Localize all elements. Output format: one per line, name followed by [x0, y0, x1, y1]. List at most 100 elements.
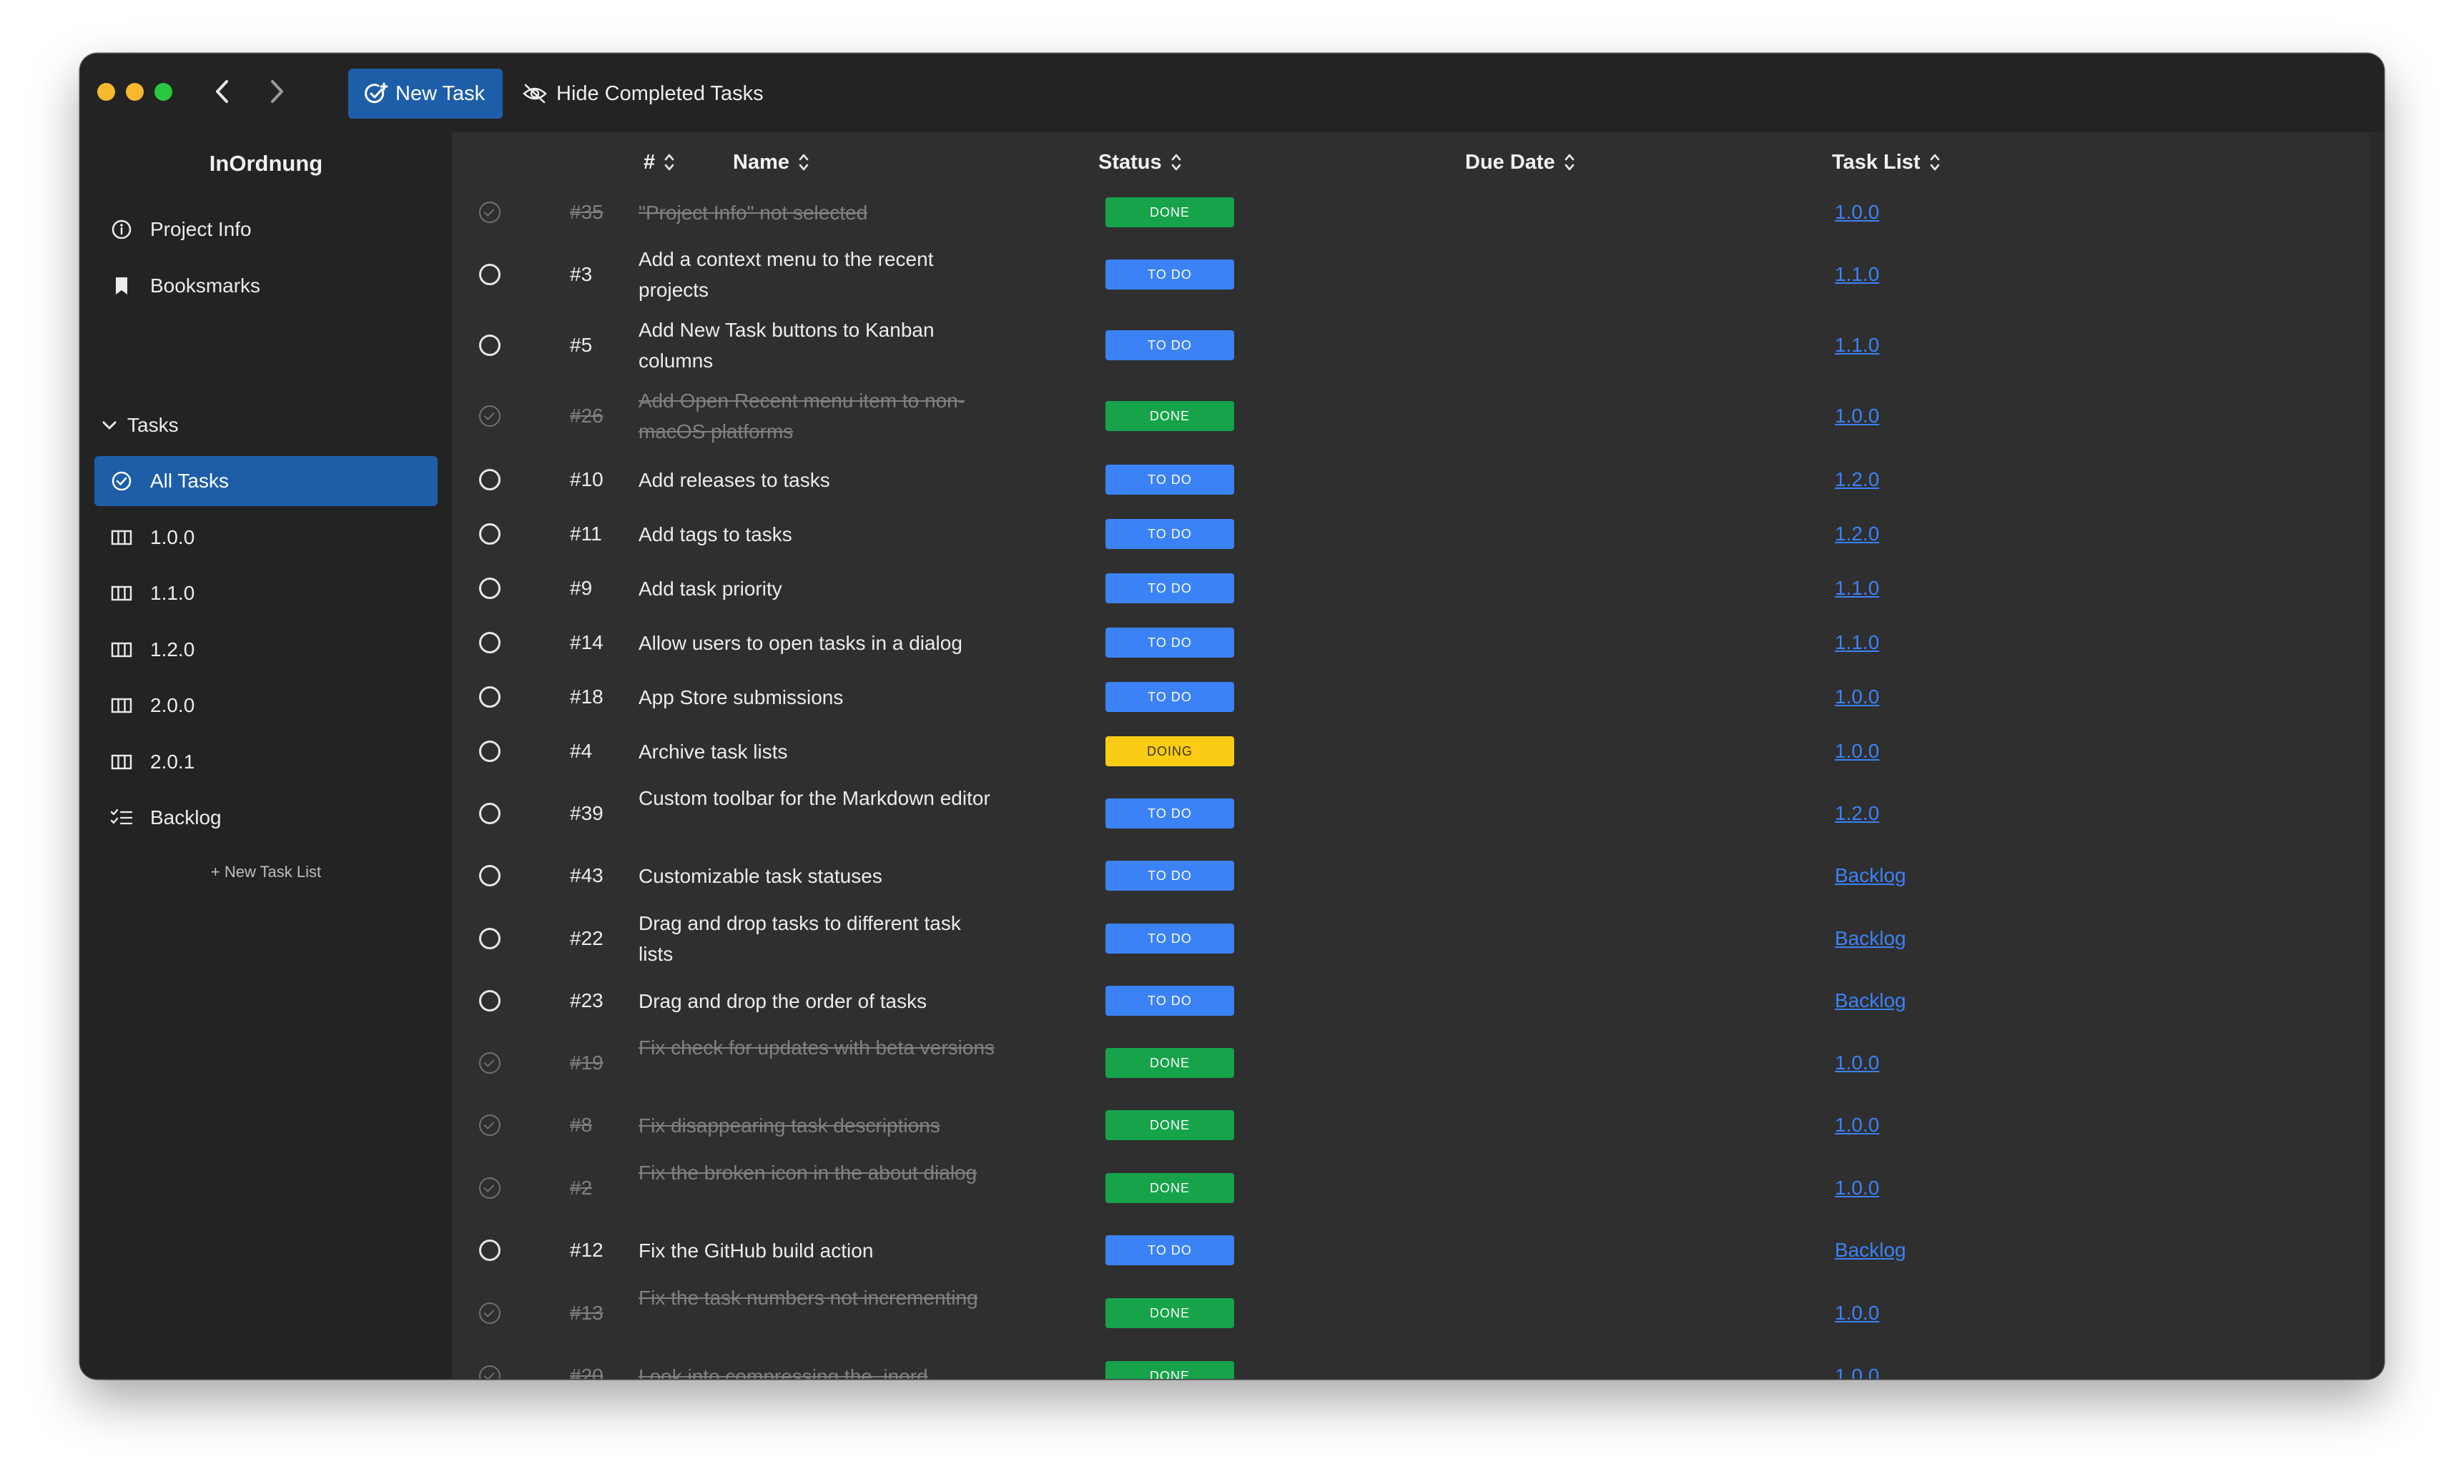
column-header-task-list[interactable]: Task List	[1832, 132, 1941, 192]
task-list-link[interactable]: 1.2.0	[1835, 523, 1879, 545]
status-badge[interactable]: TO DO	[1105, 465, 1234, 495]
task-name[interactable]: Fix check for updates with beta versions	[639, 1032, 996, 1063]
sidebar-item-2-0-0[interactable]: 2.0.0	[94, 681, 438, 731]
task-checkbox[interactable]	[479, 578, 501, 599]
task-list-link[interactable]: 1.0.0	[1835, 1365, 1879, 1379]
completed-checkbox[interactable]	[479, 1365, 501, 1379]
task-list-link[interactable]: 1.2.0	[1835, 468, 1879, 491]
status-badge[interactable]: TO DO	[1105, 924, 1234, 954]
task-name[interactable]: Customizable task statuses	[639, 861, 996, 891]
status-badge[interactable]: DONE	[1105, 401, 1234, 431]
task-name[interactable]: Drag and drop the order of tasks	[639, 986, 996, 1016]
task-checkbox[interactable]	[479, 865, 501, 886]
task-name[interactable]: Fix the broken icon in the about dialog	[639, 1157, 996, 1188]
task-list-link[interactable]: 1.0.0	[1835, 1114, 1879, 1137]
task-name[interactable]: Fix disappearing task descriptions	[639, 1110, 996, 1141]
task-checkbox[interactable]	[479, 469, 501, 490]
status-badge[interactable]: TO DO	[1105, 519, 1234, 549]
task-list-link[interactable]: 1.1.0	[1835, 631, 1879, 654]
task-name[interactable]: Archive task lists	[639, 736, 996, 767]
task-list-link[interactable]: Backlog	[1835, 989, 1906, 1012]
new-task-button[interactable]: New Task	[348, 69, 503, 119]
completed-checkbox[interactable]	[479, 405, 501, 427]
column-header-status[interactable]: Status	[1098, 132, 1182, 192]
status-badge[interactable]: TO DO	[1105, 1235, 1234, 1265]
task-list-link[interactable]: 1.0.0	[1835, 201, 1879, 224]
task-list-link[interactable]: 1.0.0	[1835, 405, 1879, 427]
status-badge[interactable]: DONE	[1105, 1298, 1234, 1328]
sidebar-item-2-0-1[interactable]: 2.0.1	[94, 737, 438, 787]
task-name[interactable]: Add New Task buttons to Kanban columns	[639, 315, 996, 376]
status-badge[interactable]: TO DO	[1105, 682, 1234, 712]
column-header-name[interactable]: Name	[733, 132, 809, 192]
task-name[interactable]: Allow users to open tasks in a dialog	[639, 628, 996, 658]
task-checkbox[interactable]	[479, 523, 501, 545]
status-badge[interactable]: DONE	[1105, 1048, 1234, 1078]
sidebar-item-1-2-0[interactable]: 1.2.0	[94, 625, 438, 675]
status-badge[interactable]: TO DO	[1105, 628, 1234, 658]
column-header-due-date[interactable]: Due Date	[1465, 132, 1575, 192]
completed-checkbox[interactable]	[479, 202, 501, 223]
completed-checkbox[interactable]	[479, 1177, 501, 1199]
task-checkbox[interactable]	[479, 990, 501, 1011]
status-badge[interactable]: DONE	[1105, 197, 1234, 227]
task-list-link[interactable]: 1.0.0	[1835, 686, 1879, 708]
status-badge[interactable]: DONE	[1105, 1173, 1234, 1203]
task-name[interactable]: Look into compressing the .inord	[639, 1361, 996, 1379]
task-name[interactable]: Add Open Recent menu item to non-macOS p…	[639, 385, 996, 447]
sidebar-item-backlog[interactable]: Backlog	[94, 793, 438, 843]
task-name[interactable]: Fix the task numbers not incrementing	[639, 1282, 996, 1313]
task-checkbox[interactable]	[479, 928, 501, 949]
status-badge[interactable]: TO DO	[1105, 798, 1234, 828]
back-button[interactable]	[204, 74, 240, 109]
status-badge[interactable]: TO DO	[1105, 861, 1234, 891]
task-list-link[interactable]: 1.1.0	[1835, 577, 1879, 600]
task-checkbox[interactable]	[479, 632, 501, 653]
status-badge[interactable]: TO DO	[1105, 330, 1234, 360]
task-list-link[interactable]: 1.0.0	[1835, 1302, 1879, 1325]
task-name[interactable]: Add releases to tasks	[639, 465, 996, 495]
task-name[interactable]: Add tags to tasks	[639, 519, 996, 550]
forward-button[interactable]	[259, 74, 295, 109]
task-list-link[interactable]: Backlog	[1835, 1239, 1906, 1262]
close-window-button[interactable]	[97, 83, 115, 101]
status-badge[interactable]: TO DO	[1105, 573, 1234, 603]
status-badge[interactable]: DONE	[1105, 1110, 1234, 1140]
task-name[interactable]: Custom toolbar for the Markdown editor	[639, 783, 996, 813]
status-badge[interactable]: TO DO	[1105, 259, 1234, 290]
task-list-link[interactable]: 1.1.0	[1835, 263, 1879, 286]
task-list-link[interactable]: Backlog	[1835, 927, 1906, 950]
sidebar-item-1-1-0[interactable]: 1.1.0	[94, 568, 438, 618]
task-list-link[interactable]: 1.1.0	[1835, 334, 1879, 357]
sidebar-item-all-tasks[interactable]: All Tasks	[94, 456, 438, 506]
sidebar-item-project-info[interactable]: Project Info	[94, 204, 438, 254]
task-list-link[interactable]: 1.0.0	[1835, 740, 1879, 763]
minimize-window-button[interactable]	[126, 83, 144, 101]
task-name[interactable]: App Store submissions	[639, 682, 996, 713]
new-task-list-button[interactable]: + New Task List	[80, 863, 452, 881]
task-checkbox[interactable]	[479, 803, 501, 824]
tasks-section-header[interactable]: Tasks	[102, 414, 179, 437]
completed-checkbox[interactable]	[479, 1052, 501, 1074]
sidebar-item-1-0-0[interactable]: 1.0.0	[94, 513, 438, 563]
status-badge[interactable]: TO DO	[1105, 986, 1234, 1016]
completed-checkbox[interactable]	[479, 1114, 501, 1136]
task-name[interactable]: Add task priority	[639, 573, 996, 604]
task-name[interactable]: Add a context menu to the recent project…	[639, 244, 996, 305]
task-checkbox[interactable]	[479, 741, 501, 762]
task-checkbox[interactable]	[479, 264, 501, 285]
completed-checkbox[interactable]	[479, 1302, 501, 1324]
hide-completed-tasks-button[interactable]: Hide Completed Tasks	[522, 69, 764, 119]
task-checkbox[interactable]	[479, 1240, 501, 1261]
task-checkbox[interactable]	[479, 335, 501, 356]
task-list-link[interactable]: 1.0.0	[1835, 1177, 1879, 1199]
task-name[interactable]: Fix the GitHub build action	[639, 1235, 996, 1266]
task-list-link[interactable]: Backlog	[1835, 864, 1906, 887]
zoom-window-button[interactable]	[154, 83, 172, 101]
task-list-link[interactable]: 1.0.0	[1835, 1052, 1879, 1074]
task-name[interactable]: Drag and drop tasks to different task li…	[639, 908, 996, 969]
task-name[interactable]: "Project Info" not selected	[639, 197, 996, 228]
status-badge[interactable]: DONE	[1105, 1361, 1234, 1379]
task-checkbox[interactable]	[479, 686, 501, 708]
sidebar-item-bookmarks[interactable]: Booksmarks	[94, 261, 438, 311]
